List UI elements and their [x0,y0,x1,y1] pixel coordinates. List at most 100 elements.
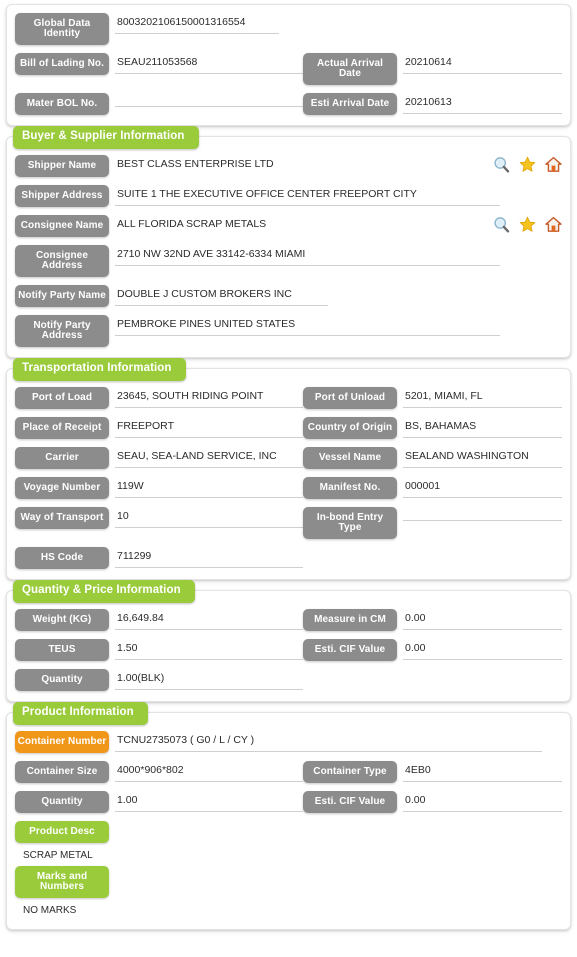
port-of-unload-value[interactable]: 5201, MIAMI, FL [403,387,562,408]
esti-cif-label: Esti. CIF Value [303,639,397,661]
home-icon[interactable] [545,156,562,173]
container-type-value[interactable]: 4EB0 [403,761,562,782]
carrier-value[interactable]: SEAU, SEA-LAND SERVICE, INC [115,447,303,468]
star-icon[interactable] [519,156,536,173]
manifest-no-value[interactable]: 000001 [403,477,562,498]
esti-cif-value-field: Esti. CIF Value 0.00 [303,639,562,661]
port-of-unload-field: Port of Unload 5201, MIAMI, FL [303,387,562,409]
product-panel: Product Information Container Number TCN… [6,702,571,930]
global-data-identity-value[interactable]: 8003202106150001316554 [115,13,279,34]
vessel-name-value[interactable]: SEALAND WASHINGTON [403,447,562,468]
inbond-entry-type-label: In-bond Entry Type [303,507,397,539]
port-of-unload-label: Port of Unload [303,387,397,409]
esti-cif-value[interactable]: 0.00 [403,639,562,660]
buyer-supplier-panel: Buyer & Supplier Information Shipper Nam… [6,126,571,358]
place-of-receipt-label: Place of Receipt [15,417,109,439]
marks-numbers-value: NO MARKS [23,905,77,916]
product-section-title: Product Information [13,702,148,725]
star-icon[interactable] [519,216,536,233]
country-of-origin-value[interactable]: BS, BAHAMAS [403,417,562,438]
teus-field: TEUS 1.50 [15,639,303,661]
identity-panel: Global Data Identity 8003202106150001316… [6,4,571,126]
way-of-transport-value[interactable]: 10 [115,507,303,528]
measure-field: Measure in CM 0.00 [303,609,562,631]
consignee-name-value[interactable]: ALL FLORIDA SCRAP METALS [115,215,485,235]
inbond-entry-type-field: In-bond Entry Type [303,507,562,539]
way-of-transport-field: Way of Transport 10 [15,507,303,529]
consignee-name-row: Consignee Name ALL FLORIDA SCRAP METALS [15,215,562,237]
port-of-load-field: Port of Load 23645, SOUTH RIDING POINT [15,387,303,409]
product-esti-cif-value[interactable]: 0.00 [403,791,562,812]
actual-arrival-date-value[interactable]: 20210614 [403,53,562,74]
global-data-identity-row: Global Data Identity 8003202106150001316… [15,13,562,45]
teus-value[interactable]: 1.50 [115,639,303,660]
container-number-field: Container Number TCNU2735073 ( G0 / L / … [15,731,542,753]
esti-arrival-date-field: Esti Arrival Date 20210613 [303,93,562,115]
quantity-price-section-title: Quantity & Price Information [13,580,195,603]
consignee-address-value[interactable]: 2710 NW 32ND AVE 33142-6334 MIAMI [115,245,500,266]
manifest-no-field: Manifest No. 000001 [303,477,562,499]
inbond-entry-type-value[interactable] [403,507,562,521]
hs-code-row: HS Code 711299 [15,547,562,569]
notify-party-address-row: Notify Party Address PEMBROKE PINES UNIT… [15,315,562,347]
shipper-name-label: Shipper Name [15,155,109,177]
esti-arrival-date-value[interactable]: 20210613 [403,93,562,114]
container-size-value[interactable]: 4000*906*802 [115,761,303,782]
notify-party-address-value[interactable]: PEMBROKE PINES UNITED STATES [115,315,500,336]
quantity-value[interactable]: 1.00(BLK) [115,669,303,690]
master-bol-label: Mater BOL No. [15,93,109,115]
shipper-address-label: Shipper Address [15,185,109,207]
global-data-identity-label: Global Data Identity [15,13,109,45]
actual-arrival-date-label: Actual Arrival Date [303,53,397,85]
quantity-row: Quantity 1.00(BLK) [15,669,562,691]
bill-of-lading-row: Bill of Lading No. SEAU211053568 Actual … [15,53,562,85]
search-icon[interactable] [493,216,510,233]
product-desc-label[interactable]: Product Desc [15,821,109,843]
product-quantity-value[interactable]: 1.00 [115,791,303,812]
quantity-field: Quantity 1.00(BLK) [15,669,303,691]
country-of-origin-label: Country of Origin [303,417,397,439]
teus-cif-row: TEUS 1.50 Esti. CIF Value 0.00 [15,639,562,661]
weight-label: Weight (KG) [15,609,109,631]
transport-inbond-row: Way of Transport 10 In-bond Entry Type [15,507,562,539]
container-number-value[interactable]: TCNU2735073 ( G0 / L / CY ) [115,731,542,752]
marks-numbers-label[interactable]: Marks and Numbers [15,866,109,898]
product-esti-cif-label: Esti. CIF Value [303,791,397,813]
search-icon[interactable] [493,156,510,173]
container-number-label[interactable]: Container Number [15,731,109,753]
hs-code-value[interactable]: 711299 [115,547,303,568]
master-bol-value[interactable] [115,93,303,107]
notify-party-address-label: Notify Party Address [15,315,109,347]
shipper-name-value[interactable]: BEST CLASS ENTERPRISE LTD [115,155,485,175]
buyer-supplier-section-title: Buyer & Supplier Information [13,126,199,149]
bill-of-lading-label: Bill of Lading No. [15,53,109,75]
country-of-origin-field: Country of Origin BS, BAHAMAS [303,417,562,439]
home-icon[interactable] [545,216,562,233]
hs-code-field: HS Code 711299 [15,547,303,569]
shipper-address-value[interactable]: SUITE 1 THE EXECUTIVE OFFICE CENTER FREE… [115,185,500,206]
transportation-panel: Transportation Information Port of Load … [6,358,571,580]
port-of-load-value[interactable]: 23645, SOUTH RIDING POINT [115,387,303,408]
container-size-type-row: Container Size 4000*906*802 Container Ty… [15,761,562,783]
bill-of-lading-value[interactable]: SEAU211053568 [115,53,303,74]
carrier-label: Carrier [15,447,109,469]
measure-value[interactable]: 0.00 [403,609,562,630]
notify-party-name-value[interactable]: DOUBLE J CUSTOM BROKERS INC [115,285,328,306]
esti-arrival-date-label: Esti Arrival Date [303,93,397,115]
notify-party-name-field: Notify Party Name DOUBLE J CUSTOM BROKER… [15,285,328,307]
container-size-field: Container Size 4000*906*802 [15,761,303,783]
carrier-field: Carrier SEAU, SEA-LAND SERVICE, INC [15,447,303,469]
product-quantity-field: Quantity 1.00 [15,791,303,813]
product-desc-value: SCRAP METAL [23,850,93,861]
place-of-receipt-value[interactable]: FREEPORT [115,417,303,438]
consignee-action-icons [485,216,562,233]
consignee-name-field: Consignee Name ALL FLORIDA SCRAP METALS [15,215,485,237]
quantity-price-panel: Quantity & Price Information Weight (KG)… [6,580,571,702]
voyage-number-value[interactable]: 119W [115,477,303,498]
manifest-no-label: Manifest No. [303,477,397,499]
shipper-address-row: Shipper Address SUITE 1 THE EXECUTIVE OF… [15,185,562,207]
container-number-row: Container Number TCNU2735073 ( G0 / L / … [15,731,562,753]
consignee-address-row: Consignee Address 2710 NW 32ND AVE 33142… [15,245,562,277]
weight-value[interactable]: 16,649.84 [115,609,303,630]
consignee-name-label: Consignee Name [15,215,109,237]
